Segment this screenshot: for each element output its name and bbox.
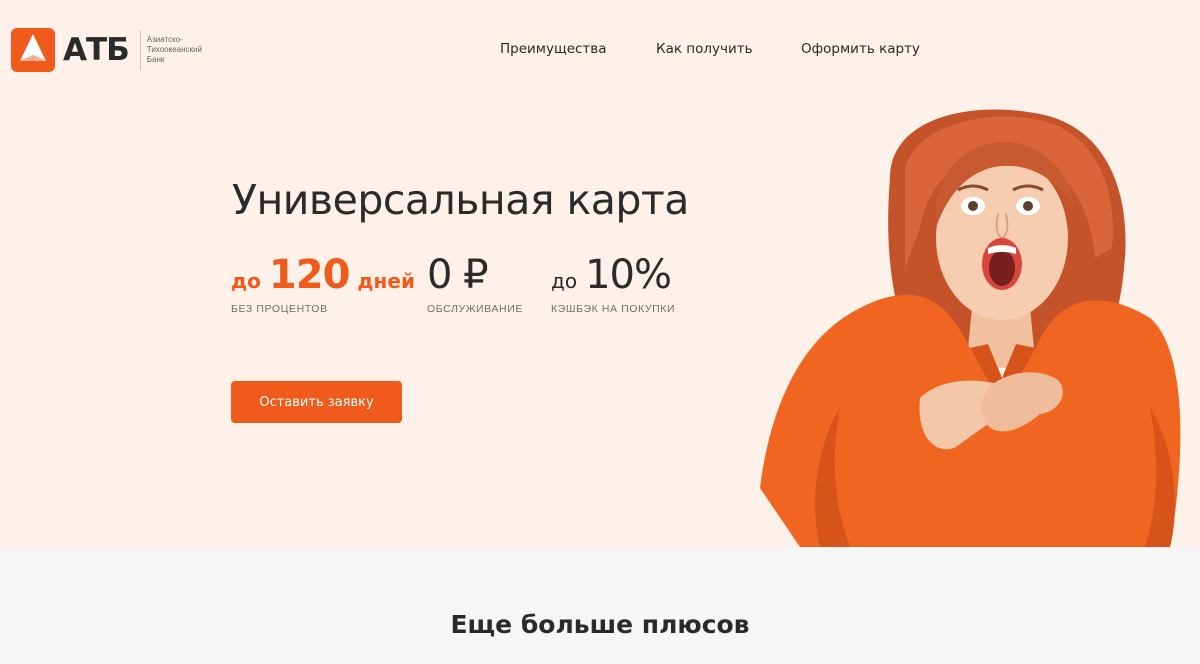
stat-caption: КЭШБЭК НА ПОКУПКИ bbox=[551, 303, 676, 315]
more-benefits-heading: Еще больше плюсов bbox=[450, 610, 750, 639]
stat-value: 0 ₽ bbox=[427, 252, 489, 298]
stat-service-fee: 0 ₽ ОБСЛУЖИВАНИЕ bbox=[427, 252, 523, 315]
stat-cashback: до 10% КЭШБЭК НА ПОКУПКИ bbox=[551, 252, 675, 315]
stat-prefix: до bbox=[551, 269, 578, 293]
apply-button[interactable]: Оставить заявку bbox=[231, 381, 402, 423]
stat-value: 120 bbox=[268, 252, 350, 298]
stat-suffix: дней bbox=[357, 269, 415, 293]
stat-grace-period: до 120 дней БЕЗ ПРОЦЕНТОВ bbox=[231, 252, 415, 315]
hero-section: АТБ Азиатско-Тихоокеанский Банк Преимуще… bbox=[0, 0, 1200, 547]
hero-title: Универсальная карта bbox=[232, 176, 689, 224]
excited-woman-photo bbox=[760, 109, 1181, 547]
nav-how-to-get[interactable]: Как получить bbox=[656, 41, 753, 57]
nav-apply-card[interactable]: Оформить карту bbox=[801, 41, 920, 57]
stat-prefix: до bbox=[231, 269, 261, 293]
stat-caption: ОБСЛУЖИВАНИЕ bbox=[427, 303, 523, 315]
nav-advantages[interactable]: Преимущества bbox=[500, 41, 607, 57]
main-nav: Преимущества Как получить Оформить карту bbox=[0, 41, 1200, 59]
stat-caption: БЕЗ ПРОЦЕНТОВ bbox=[231, 303, 328, 315]
stat-value: 10% bbox=[585, 252, 672, 298]
